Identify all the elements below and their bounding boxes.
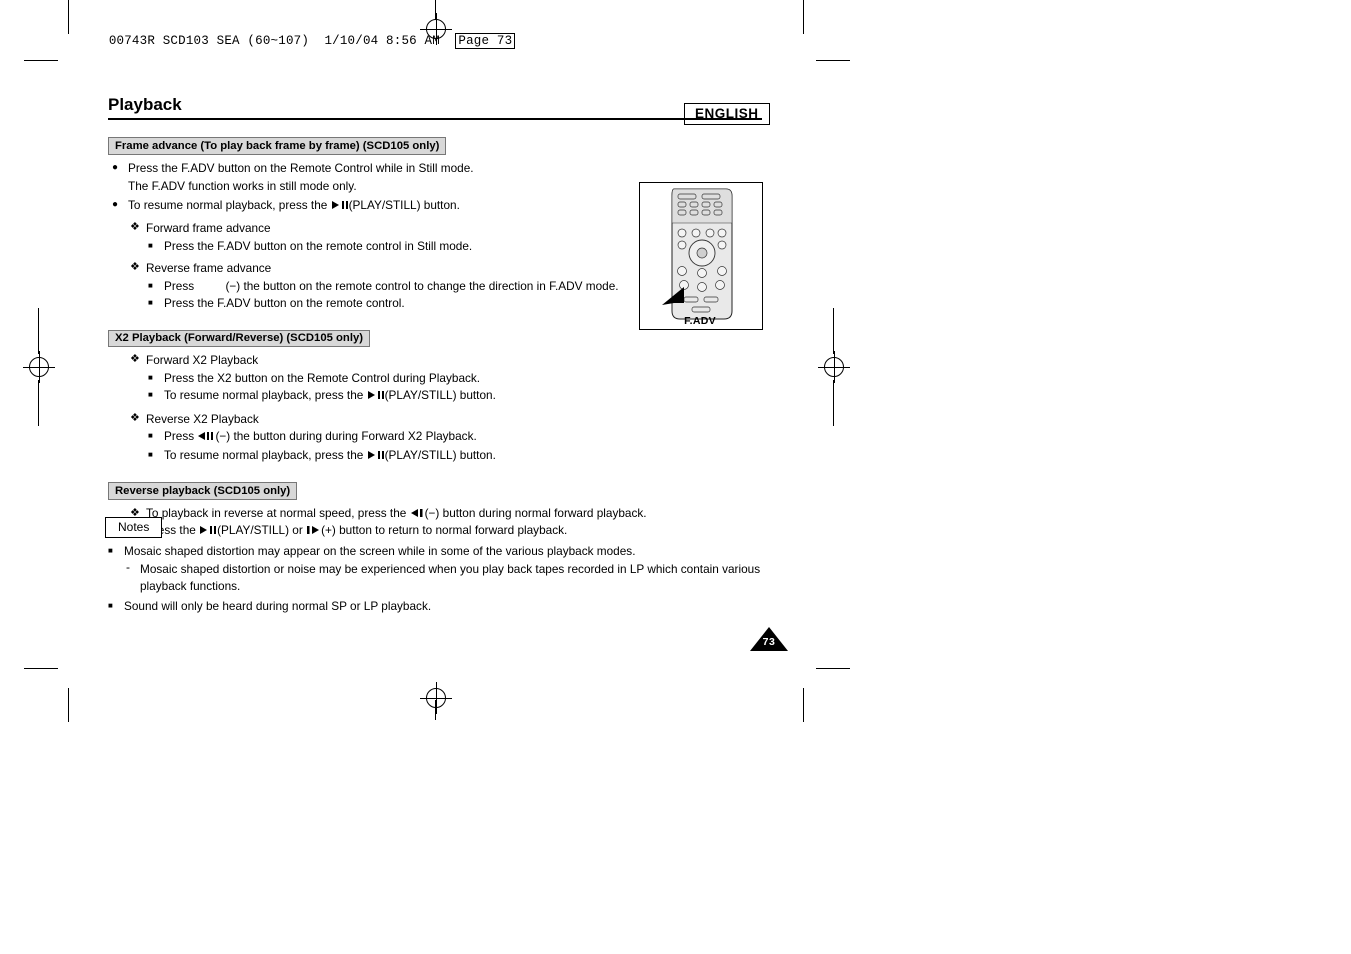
list-item: playback functions. bbox=[108, 578, 808, 595]
title-rule bbox=[108, 118, 762, 120]
crop-mark-left-v2 bbox=[38, 380, 39, 426]
page-number-marker: 73 bbox=[750, 627, 788, 653]
list-item-label: Mosaic shaped distortion or noise may be… bbox=[140, 561, 761, 576]
list-item-label: Reverse frame advance bbox=[146, 261, 272, 275]
list-item-label: Reverse X2 Playback bbox=[146, 411, 259, 426]
dash-bullet-icon: - bbox=[126, 559, 130, 574]
crop-mark-right-v bbox=[833, 308, 834, 354]
list-item-label: Sound will only be heard during normal S… bbox=[124, 598, 432, 613]
crop-mark-right-v2 bbox=[833, 380, 834, 426]
list-item-label: Press the F.ADV button on the remote con… bbox=[164, 296, 405, 310]
list-item-label: To resume normal playback, press the bbox=[164, 447, 367, 462]
list-item-label-post: (+) button to return to normal forward p… bbox=[321, 523, 568, 537]
list-item-label: Forward X2 Playback bbox=[146, 353, 259, 367]
page-title: Playback bbox=[108, 95, 182, 114]
list-item-label-post: (−) button during normal forward playbac… bbox=[424, 505, 647, 520]
flower-bullet-icon: ❖ bbox=[130, 353, 140, 365]
disc-bullet-icon: ● bbox=[112, 198, 119, 210]
crop-mark-top-right-v bbox=[803, 0, 804, 34]
list-item: ● Press the F.ADV button on the Remote C… bbox=[108, 160, 768, 177]
square-bullet-icon: ■ bbox=[148, 240, 153, 250]
list-item-label: To resume normal playback, press the bbox=[128, 197, 331, 212]
reverse-x2-icon bbox=[197, 431, 215, 443]
square-bullet-icon: ■ bbox=[148, 298, 153, 307]
play-still-icon bbox=[199, 525, 217, 537]
forward-still-icon bbox=[306, 525, 321, 537]
section-heading-x2-playback: X2 Playback (Forward/Reverse) (SCD105 on… bbox=[108, 329, 371, 347]
play-still-icon bbox=[367, 450, 385, 462]
crop-mark-bottom-right-h bbox=[816, 668, 850, 669]
list-item-label: playback functions. bbox=[140, 579, 241, 593]
list-item-label: Press the F.ADV button on the Remote Con… bbox=[128, 160, 474, 175]
flower-bullet-icon: ❖ bbox=[130, 221, 140, 233]
registration-mark-right bbox=[818, 351, 850, 383]
square-bullet-icon: ■ bbox=[148, 431, 153, 440]
crop-mark-top-left-v bbox=[68, 0, 69, 34]
list-item-label: Press the F.ADV button on the remote con… bbox=[164, 238, 473, 253]
manual-page: 00743R SCD103 SEA (60~107) 1/10/04 8:56 … bbox=[0, 0, 1351, 954]
crop-mark-top-left-h bbox=[24, 60, 58, 61]
list-item-label: To playback in reverse at normal speed, … bbox=[146, 505, 410, 520]
section-heading-frame-advance: Frame advance (To play back frame by fra… bbox=[108, 137, 447, 155]
list-item: ■ Mosaic shaped distortion may appear on… bbox=[108, 543, 808, 560]
list-item-label-mid: (PLAY/STILL) or bbox=[217, 523, 307, 537]
crop-mark-bottom-right-v bbox=[803, 688, 804, 722]
crop-mark-top-right-h bbox=[816, 60, 850, 61]
list-item: - Mosaic shaped distortion or noise may … bbox=[108, 559, 808, 578]
list-item-label-post: (PLAY/STILL) button. bbox=[384, 447, 496, 462]
reverse-still-icon bbox=[410, 508, 425, 520]
slug-text: 00743R SCD103 SEA (60~107) 1/10/04 8:56 … bbox=[108, 34, 440, 48]
flower-bullet-icon: ❖ bbox=[130, 261, 140, 273]
list-item-label-post: (PLAY/STILL) button. bbox=[384, 388, 496, 402]
list-item-label: To resume normal playback, press the bbox=[164, 388, 367, 402]
list-item-label: Press the X2 button on the Remote Contro… bbox=[164, 370, 481, 385]
section-list-x2-playback: ❖ Forward X2 Playback ■ Press the X2 but… bbox=[108, 352, 768, 464]
section-list-reverse-playback: ❖ To playback in reverse at normal speed… bbox=[108, 505, 768, 540]
list-item-label: Press bbox=[164, 278, 198, 293]
page-number: 73 bbox=[762, 636, 776, 648]
registration-mark-left bbox=[23, 351, 55, 383]
square-bullet-icon: ■ bbox=[148, 390, 153, 399]
flower-bullet-icon: ❖ bbox=[130, 411, 140, 424]
remote-control-illustration bbox=[639, 182, 763, 330]
list-item-label: The F.ADV function works in still mode o… bbox=[128, 179, 357, 193]
list-item-label: Forward frame advance bbox=[146, 221, 271, 235]
disc-bullet-icon: ● bbox=[112, 161, 119, 173]
section-heading-reverse-playback: Reverse playback (SCD105 only) bbox=[108, 482, 298, 500]
list-item-label-post: (−) the button on the remote control to … bbox=[225, 278, 619, 293]
list-item: ❖ To playback in reverse at normal speed… bbox=[108, 505, 768, 523]
list-item: ■ To resume normal playback, press the (… bbox=[108, 447, 768, 465]
crop-mark-bottom-left-h bbox=[24, 668, 58, 669]
list-item: ■ To resume normal playback, press the (… bbox=[108, 387, 768, 405]
square-bullet-icon: ■ bbox=[108, 600, 113, 610]
square-bullet-icon: ■ bbox=[148, 372, 153, 382]
list-item-label-post: (−) the button during during Forward X2 … bbox=[215, 429, 477, 443]
list-item: ■ Sound will only be heard during normal… bbox=[108, 598, 808, 615]
prepress-slug: 00743R SCD103 SEA (60~107) 1/10/04 8:56 … bbox=[78, 20, 516, 62]
square-bullet-icon: ■ bbox=[148, 280, 153, 290]
list-item: ❖ Press the (PLAY/STILL) or (+) button t… bbox=[108, 522, 768, 540]
slug-page-label: Page 73 bbox=[455, 33, 516, 49]
play-still-icon bbox=[367, 390, 385, 402]
play-still-icon bbox=[331, 200, 349, 212]
registration-mark-bottom bbox=[420, 682, 452, 714]
list-item: ■ Press the X2 button on the Remote Cont… bbox=[108, 370, 768, 387]
square-bullet-icon: ■ bbox=[108, 546, 113, 555]
notes-list: ■ Mosaic shaped distortion may appear on… bbox=[108, 543, 808, 615]
square-bullet-icon: ■ bbox=[148, 449, 153, 459]
crop-mark-left-v bbox=[38, 308, 39, 354]
figure-caption: F.ADV bbox=[684, 315, 716, 327]
list-item-label: Press bbox=[164, 429, 198, 443]
list-item: ❖ Forward X2 Playback bbox=[108, 352, 768, 369]
list-item-label: Mosaic shaped distortion may appear on t… bbox=[124, 544, 636, 558]
list-item: ❖ Reverse X2 Playback bbox=[108, 411, 768, 428]
crop-mark-bottom-left-v bbox=[68, 688, 69, 722]
list-item-label-post: (PLAY/STILL) button. bbox=[348, 197, 460, 212]
list-item: ■ Press (−) the button during during For… bbox=[108, 428, 768, 446]
notes-label-box: Notes bbox=[105, 517, 163, 538]
